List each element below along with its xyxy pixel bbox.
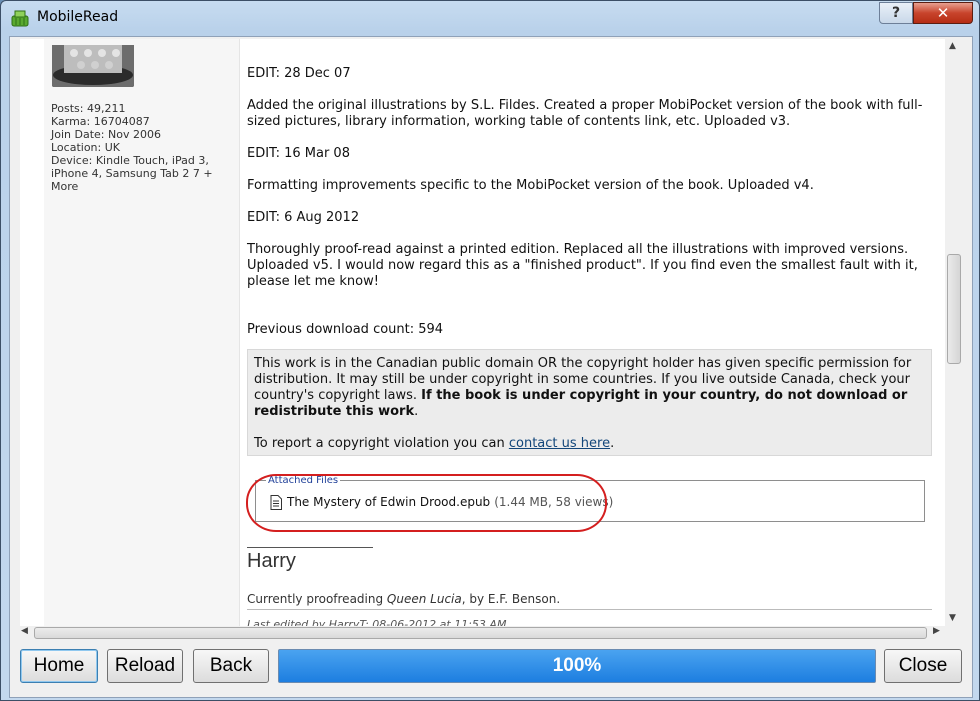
basket-icon [11, 10, 29, 27]
app-window: MobileRead ? ✕ Posts: 49,211 Karma: 1670… [0, 0, 980, 701]
copyright-notice: This work is in the Canadian public doma… [247, 349, 932, 456]
user-info-panel: Posts: 49,211 Karma: 16704087 Join Date:… [44, 39, 240, 629]
scroll-down-icon[interactable]: ▼ [949, 613, 956, 623]
reload-button[interactable]: Reload [107, 649, 183, 683]
vertical-scrollbar[interactable]: ▲ ▼ [945, 39, 965, 639]
dalek-avatar-icon [52, 45, 134, 87]
edited-divider [247, 609, 932, 610]
title-bar[interactable]: MobileRead ? ✕ [1, 1, 979, 35]
avatar [52, 45, 134, 87]
edit-text-2: Formatting improvements specific to the … [247, 178, 814, 193]
signature-name: Harry [247, 550, 296, 572]
horizontal-scroll-thumb[interactable] [34, 627, 927, 639]
edit-text-3: Thoroughly proof-read against a printed … [247, 242, 918, 289]
stat-posts: Posts: 49,211 [51, 102, 126, 115]
download-count: Previous download count: 594 [247, 322, 444, 337]
highlight-circle [246, 474, 607, 532]
signature-text: Currently proofreading Queen Lucia, by E… [247, 592, 561, 606]
signature-book: Queen Lucia [386, 592, 462, 606]
vertical-scroll-thumb[interactable] [947, 254, 961, 364]
close-button[interactable]: Close [884, 649, 962, 683]
stat-location: Location: UK [51, 141, 120, 154]
web-view[interactable]: Posts: 49,211 Karma: 16704087 Join Date:… [20, 39, 954, 629]
help-button[interactable]: ? [879, 2, 913, 24]
user-stats: Posts: 49,211 Karma: 16704087 Join Date:… [51, 102, 237, 193]
edit-text-1: Added the original illustrations by S.L.… [247, 98, 923, 129]
home-button[interactable]: Home [20, 649, 98, 683]
window-close-button[interactable]: ✕ [913, 2, 973, 24]
back-button[interactable]: Back [193, 649, 269, 683]
scroll-right-icon[interactable]: ▶ [933, 626, 940, 636]
stat-join-date: Join Date: Nov 2006 [51, 128, 161, 141]
stat-device: Device: Kindle Touch, iPad 3, iPhone 4, … [51, 154, 213, 193]
window-title: MobileRead [37, 9, 119, 25]
notice-text: This work is in the Canadian public doma… [254, 356, 912, 419]
load-progress-bar: 100% [278, 649, 876, 683]
scroll-up-icon[interactable]: ▲ [949, 41, 956, 51]
report-line: To report a copyright violation you can … [254, 436, 615, 451]
edit-heading-2: EDIT: 16 Mar 08 [247, 146, 350, 161]
horizontal-scrollbar[interactable]: ◀ ▶ [20, 626, 945, 640]
edit-heading-3: EDIT: 6 Aug 2012 [247, 210, 360, 225]
scroll-left-icon[interactable]: ◀ [21, 626, 28, 636]
stat-karma: Karma: 16704087 [51, 115, 150, 128]
client-area: Posts: 49,211 Karma: 16704087 Join Date:… [9, 36, 973, 698]
signature-divider [247, 547, 373, 548]
edit-heading-1: EDIT: 28 Dec 07 [247, 66, 351, 81]
contact-link[interactable]: contact us here [509, 436, 610, 451]
